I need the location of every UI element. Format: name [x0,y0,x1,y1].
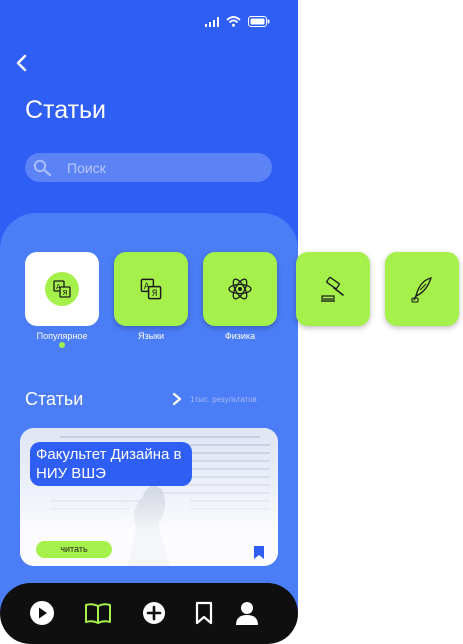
book-icon [85,603,111,624]
chevron-left-icon [16,54,27,72]
category-law[interactable] [296,252,370,326]
search-input[interactable] [65,158,249,177]
translate-icon: AЯ [45,272,79,306]
category-label: Языки [137,331,165,341]
translate-icon: AЯ [140,278,162,300]
play-icon [30,601,54,625]
battery-icon [248,14,270,32]
results-count: 1тыс. результатов [190,395,257,404]
bookmark-icon [195,601,213,625]
article-headline: Факультет Дизайна в НИУ ВШЭ [30,442,192,486]
svg-text:A: A [56,283,61,291]
search-icon [33,159,52,176]
category-label: Физика [224,331,256,341]
category-label: Популярное [36,331,88,341]
page-title: Статьи [25,96,107,124]
article-card[interactable]: Факультет Дизайна в НИУ ВШЭ читать [20,428,278,566]
signal-icon [205,14,219,32]
svg-text:Я: Я [63,289,68,297]
category-popular[interactable]: AЯ [25,252,99,326]
nav-library[interactable] [84,599,112,627]
section-more-button[interactable] [171,392,183,406]
profile-icon [236,602,258,625]
search-bar[interactable] [25,153,272,182]
read-button[interactable]: читать [36,541,112,558]
svg-text:Я: Я [152,288,158,298]
nav-add[interactable] [140,599,168,627]
bottom-nav [0,583,298,644]
gavel-icon [321,276,344,302]
category-physics[interactable] [203,252,277,326]
nav-bookmarks[interactable] [190,599,218,627]
section-title: Статьи [25,389,84,409]
chevron-right-icon [172,392,182,406]
status-bar [205,14,270,32]
quill-icon [411,277,432,303]
nav-play[interactable] [28,599,56,627]
wifi-icon [226,14,241,32]
back-button[interactable] [12,52,34,74]
svg-text:A: A [144,281,150,291]
category-literature[interactable] [385,252,459,326]
category-languages[interactable]: AЯ [114,252,188,326]
bookmark-icon[interactable] [254,546,264,559]
selected-indicator [59,342,65,348]
add-icon [143,602,165,624]
nav-profile[interactable] [233,599,261,627]
atom-icon [228,278,252,300]
